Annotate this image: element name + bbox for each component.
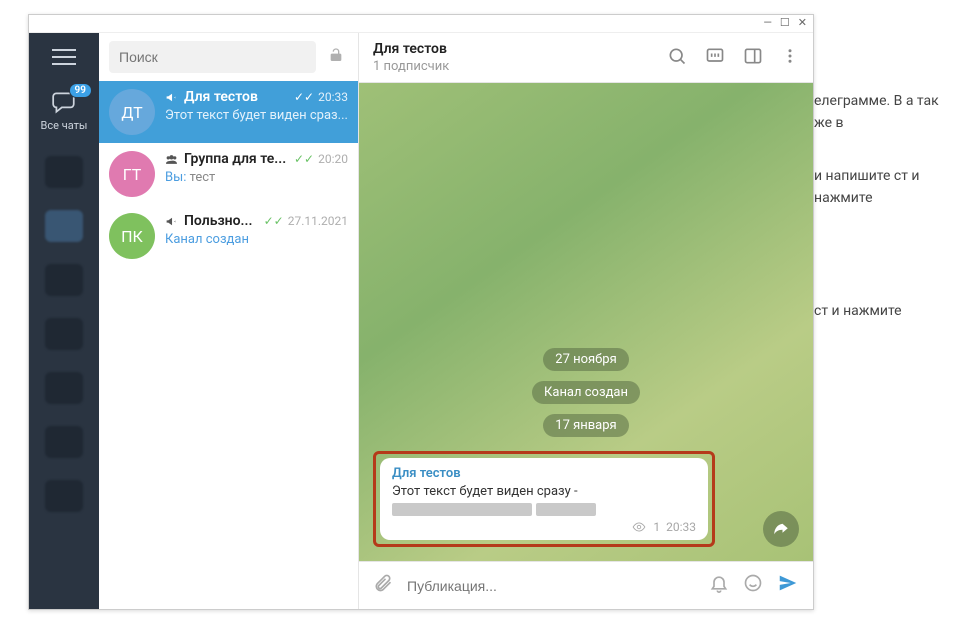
- side-rail: 99 Все чаты: [29, 33, 99, 609]
- chat-preview: Этот текст будет виден сраз...: [165, 108, 348, 123]
- notifications-icon[interactable]: [709, 573, 729, 598]
- chat-header-title[interactable]: Для тестов: [373, 41, 667, 57]
- search-icon[interactable]: [667, 46, 687, 70]
- read-check-icon: ✓✓: [294, 90, 314, 104]
- views-icon: [631, 520, 647, 534]
- chat-header: Для тестов 1 подписчик: [359, 33, 813, 83]
- blurred-folder[interactable]: [45, 210, 83, 242]
- chat-list-pane: ДТ Для тестов ✓✓ 20:33 Этот текст будет …: [99, 33, 359, 609]
- message-input[interactable]: [407, 578, 695, 594]
- blurred-folder[interactable]: [45, 156, 83, 188]
- menu-button[interactable]: [52, 49, 76, 69]
- megaphone-icon: [165, 215, 178, 228]
- chat-view: Для тестов 1 подписчик: [359, 33, 813, 609]
- chat-time-text: 20:20: [318, 152, 348, 166]
- blurred-folder[interactable]: [45, 426, 83, 458]
- date-separator: 27 ноября: [543, 348, 628, 371]
- background-text: елеграмме. В а так же в и напишите ст и …: [814, 90, 957, 352]
- redacted-text: [392, 503, 532, 516]
- messages-area[interactable]: 27 ноября Канал создан 17 января Для тес…: [359, 83, 813, 561]
- window-titlebar: — ☐ ✕: [29, 15, 813, 33]
- message-time: 20:33: [666, 520, 696, 534]
- chat-item[interactable]: ГТ Группа для те... ✓✓ 20:20 Вы: тест: [99, 143, 358, 205]
- send-button[interactable]: [777, 572, 799, 599]
- chat-preview: Канал создан: [165, 232, 348, 247]
- message-meta: 1 20:33: [392, 520, 696, 534]
- date-separator: 17 января: [543, 414, 628, 437]
- group-icon: [165, 153, 178, 166]
- avatar: ПК: [109, 213, 155, 259]
- maximize-button[interactable]: ☐: [780, 17, 790, 30]
- redacted-text: [536, 503, 596, 516]
- chat-item[interactable]: ПК Пользно... ✓✓ 27.11.2021 Канал создан: [99, 205, 358, 267]
- highlighted-region: Для тестов Этот текст будет виден сразу …: [373, 451, 715, 547]
- read-check-icon: ✓✓: [294, 152, 314, 166]
- message-sender[interactable]: Для тестов: [392, 466, 696, 481]
- megaphone-icon: [165, 91, 178, 104]
- chat-title-text: Группа для те...: [184, 151, 286, 167]
- blurred-folder[interactable]: [45, 264, 83, 296]
- compose-bar: [359, 561, 813, 609]
- share-button[interactable]: [763, 511, 799, 547]
- message-text: Этот текст будет виден сразу -: [392, 484, 578, 499]
- read-check-icon: ✓✓: [264, 214, 284, 228]
- comments-icon[interactable]: [705, 46, 725, 70]
- unread-badge: 99: [69, 83, 92, 98]
- blurred-folder[interactable]: [45, 480, 83, 512]
- blurred-folder[interactable]: [45, 318, 83, 350]
- all-chats-folder[interactable]: 99 Все чаты: [41, 89, 88, 142]
- blurred-folder[interactable]: [45, 372, 83, 404]
- search-input[interactable]: [109, 41, 316, 73]
- chat-item[interactable]: ДТ Для тестов ✓✓ 20:33 Этот текст будет …: [99, 81, 358, 143]
- avatar: ГТ: [109, 151, 155, 197]
- emoji-icon[interactable]: [743, 573, 763, 598]
- sidebar-toggle-icon[interactable]: [743, 46, 763, 70]
- lock-icon[interactable]: [324, 43, 348, 71]
- views-count: 1: [653, 520, 660, 534]
- app-window: — ☐ ✕ 99 Все чаты: [28, 14, 814, 610]
- service-message: Канал создан: [532, 381, 640, 404]
- chat-title-text: Пользно...: [184, 213, 252, 229]
- chat-time-text: 27.11.2021: [288, 214, 348, 228]
- chat-preview: Вы: тест: [165, 170, 348, 185]
- more-icon[interactable]: [781, 46, 799, 70]
- all-chats-label: Все чаты: [41, 119, 88, 132]
- message-bubble[interactable]: Для тестов Этот текст будет виден сразу …: [380, 458, 708, 540]
- chat-title-text: Для тестов: [184, 89, 258, 105]
- you-prefix: Вы:: [165, 170, 190, 185]
- other-folders: [45, 156, 83, 512]
- close-button[interactable]: ✕: [798, 17, 807, 30]
- avatar: ДТ: [109, 89, 155, 135]
- chat-time-text: 20:33: [318, 90, 348, 104]
- chat-header-subtitle: 1 подписчик: [373, 59, 667, 74]
- attach-icon[interactable]: [373, 573, 393, 598]
- minimize-button[interactable]: —: [763, 17, 772, 30]
